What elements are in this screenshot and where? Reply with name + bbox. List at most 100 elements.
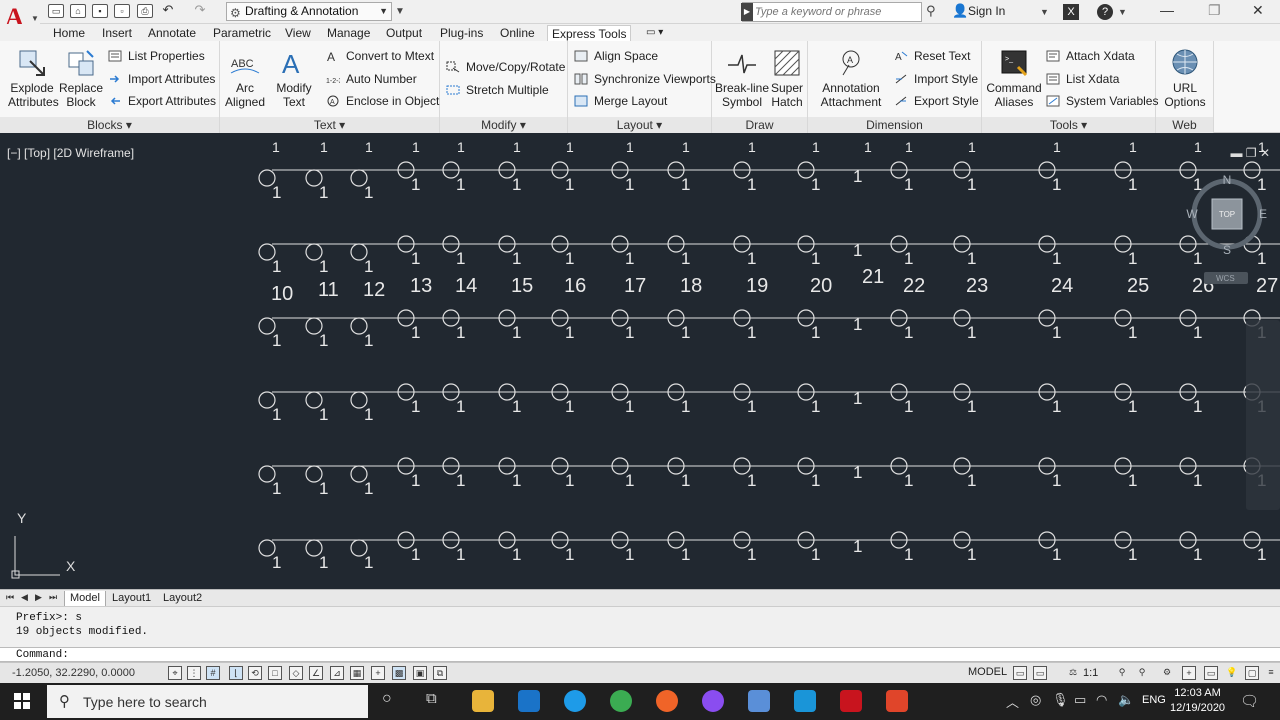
drawing-text[interactable]: 1 (747, 249, 756, 268)
drawing-text[interactable]: 1 (811, 545, 820, 564)
annotation-monitor-icon[interactable]: + (1182, 666, 1196, 680)
model-space-button[interactable]: MODEL (968, 666, 1007, 678)
drawing-text[interactable]: 1 (272, 405, 281, 424)
modify-text-button[interactable]: A Modify Text (272, 47, 316, 109)
drawing-number[interactable]: 21 (862, 266, 884, 288)
drawing-text[interactable]: 1 (1052, 471, 1061, 490)
drawing-text[interactable]: 1 (512, 471, 521, 490)
restore-icon[interactable]: ❐ (1208, 2, 1221, 19)
save-icon[interactable]: ▪ (92, 4, 108, 18)
drawing-text[interactable]: 1 (1128, 397, 1137, 416)
snap-mode-icon[interactable]: ⋮ (187, 666, 201, 680)
drawing-text[interactable]: 1 (748, 140, 756, 155)
synchronize-viewports-button[interactable]: Synchronize Viewports (574, 70, 716, 88)
annotation-scale-icon[interactable]: ⚖ (1066, 666, 1080, 680)
exchange-apps-icon[interactable]: X (1063, 4, 1079, 20)
photos-icon[interactable] (748, 690, 770, 712)
move-copy-rotate-button[interactable]: Move/Copy/Rotate (446, 58, 565, 76)
drawing-text[interactable]: 1 (967, 323, 976, 342)
show-hidden-icons-icon[interactable]: ︿ (1006, 692, 1019, 711)
isolate-objects-icon[interactable]: ▢ (1245, 666, 1259, 680)
drawing-text[interactable]: 1 (565, 323, 574, 342)
drawing-number[interactable]: 11 (318, 279, 339, 301)
drawing-text[interactable]: 1 (319, 257, 328, 276)
drawing-text[interactable]: 1 (1052, 323, 1061, 342)
lineweight-icon[interactable]: + (371, 666, 385, 680)
viewcube-west-label[interactable]: W (1186, 207, 1198, 221)
chrome-icon[interactable] (610, 690, 632, 712)
object-snap-tracking-icon[interactable]: ∠ (309, 666, 323, 680)
annotation-visibility-icon[interactable]: ⚲ (1115, 666, 1129, 680)
drawing-text[interactable]: 1 (512, 323, 521, 342)
stretch-multiple-button[interactable]: Stretch Multiple (446, 81, 549, 99)
camera-app-icon[interactable] (794, 690, 816, 712)
drawing-number[interactable]: 25 (1127, 275, 1149, 297)
super-hatch-button[interactable]: Super Hatch (770, 47, 804, 109)
drawing-text[interactable]: 1 (1257, 545, 1266, 564)
user-icon[interactable]: 👤 (952, 3, 968, 19)
drawing-text[interactable]: 1 (1052, 397, 1061, 416)
customize-qat-icon[interactable]: ▼ (395, 6, 405, 17)
drawing-text[interactable]: 1 (853, 241, 862, 260)
drawing-text[interactable]: 1 (681, 175, 690, 194)
annotation-scale-value[interactable]: 1:1 (1083, 667, 1098, 679)
drawing-text[interactable]: 1 (967, 545, 976, 564)
drawing-number[interactable]: 15 (511, 275, 533, 297)
print-icon[interactable]: ⎙ (137, 4, 153, 18)
drawing-text[interactable]: 1 (747, 397, 756, 416)
screen-recorder-icon[interactable] (886, 690, 908, 712)
dynamic-input-icon[interactable]: ▦ (350, 666, 364, 680)
units-icon[interactable]: ▭ (1204, 666, 1218, 680)
tab-express-tools[interactable]: Express Tools (547, 25, 632, 41)
tab-model[interactable]: Model (64, 591, 106, 607)
quick-view-layouts-icon[interactable]: ▭ (1013, 666, 1027, 680)
drawing-text[interactable]: 1 (272, 553, 281, 572)
tab-insert[interactable]: Insert (102, 25, 132, 41)
sign-in-link[interactable]: Sign In (968, 4, 1005, 18)
drawing-text[interactable]: 1 (319, 553, 328, 572)
drawing-text[interactable]: 1 (272, 479, 281, 498)
3d-object-snap-icon[interactable]: ◇ (289, 666, 303, 680)
command-aliases-button[interactable]: >_ Command Aliases (984, 47, 1044, 109)
viewcube-south-label[interactable]: S (1223, 243, 1231, 257)
task-view-icon[interactable]: ⧉ (426, 690, 437, 707)
drawing-svg[interactable]: 1 1 1 1 1 1 1 1 1 1 1 1 1 1 1 1 111 1 1 1 1 1 1 1 1 1 1 1 1 1 1 1 1 11 1 1 1… (0, 140, 1280, 589)
annotation-attachment-button[interactable]: A Annotation Attachment (816, 47, 886, 109)
drawing-text[interactable]: 1 (853, 463, 862, 482)
workspace-switching-icon[interactable]: ⚙ (1160, 666, 1174, 680)
explode-attributes-button[interactable]: Explode Attributes (8, 47, 59, 109)
drawing-number[interactable]: 20 (810, 275, 832, 297)
help-search-box[interactable]: ▶ (741, 2, 922, 22)
drawing-text[interactable]: 1 (853, 537, 862, 556)
drawing-text[interactable]: 1 (967, 175, 976, 194)
minimize-icon[interactable]: — (1160, 2, 1174, 18)
drawing-number[interactable]: 13 (410, 275, 432, 297)
search-input[interactable] (755, 4, 919, 20)
drawing-text[interactable]: 1 (853, 389, 862, 408)
drawing-text[interactable]: 1 (456, 323, 465, 342)
customization-icon[interactable]: ≡ (1264, 666, 1278, 680)
drawing-text[interactable]: 1 (319, 479, 328, 498)
drawing-text[interactable]: 1 (320, 140, 328, 155)
previous-layout-icon[interactable]: ◀ (21, 592, 28, 603)
firefox-icon[interactable] (656, 690, 678, 712)
drawing-text[interactable]: 1 (456, 175, 465, 194)
drawing-text[interactable]: 1 (811, 175, 820, 194)
drawing-text[interactable]: 1 (967, 397, 976, 416)
infer-constraints-icon[interactable]: ⌖ (168, 666, 182, 680)
panel-title-tools[interactable]: Tools ▾ (982, 117, 1155, 133)
windows-start-icon[interactable] (14, 693, 30, 709)
drawing-number[interactable]: 17 (624, 275, 646, 297)
reset-text-button[interactable]: A Reset Text (894, 47, 970, 65)
viewcube-east-label[interactable]: E (1259, 207, 1267, 221)
drawing-text[interactable]: 1 (411, 175, 420, 194)
enclose-in-object-button[interactable]: A Enclose in Object (326, 92, 439, 110)
drawing-text[interactable]: 1 (1193, 545, 1202, 564)
drawing-text[interactable]: 1 (681, 545, 690, 564)
drawing-text[interactable]: 1 (811, 397, 820, 416)
workspace-switcher[interactable]: ⚙ Drafting & Annotation ▼ (226, 2, 392, 21)
ortho-mode-icon[interactable]: ⌊ (229, 666, 243, 680)
auto-scale-icon[interactable]: ⚲ (1135, 666, 1149, 680)
autocad-taskbar-icon[interactable] (840, 690, 862, 712)
break-line-symbol-button[interactable]: Break-line Symbol (714, 47, 770, 109)
